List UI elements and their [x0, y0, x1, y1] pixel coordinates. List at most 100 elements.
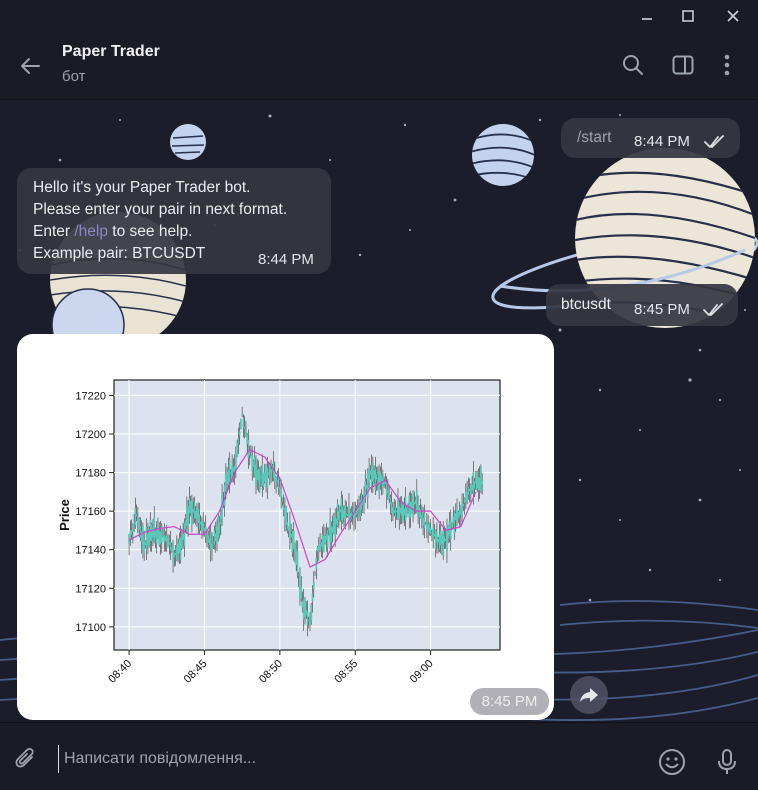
candle-body [236, 442, 239, 456]
greeting-line-3: Enter /help to see help. [33, 221, 333, 243]
photo-time: 8:45 PM [470, 688, 549, 715]
emoji-icon[interactable] [655, 745, 689, 779]
candle-body [218, 522, 221, 534]
y-tick-label: 17140 [75, 545, 106, 557]
candle-body [480, 467, 482, 492]
greeting-line-3-suffix: to see help. [107, 223, 193, 240]
message-text: /start [577, 129, 612, 146]
y-tick-label: 17100 [75, 622, 106, 634]
candle-body [167, 537, 169, 548]
candle-body [258, 468, 261, 492]
candle-body [451, 523, 453, 525]
candle-body [429, 527, 432, 535]
x-tick-label: 08:55 [332, 658, 360, 686]
candle-body [238, 431, 241, 436]
candle-body [266, 467, 269, 489]
y-tick-label: 17180 [75, 468, 106, 480]
candle-body [344, 506, 347, 519]
price-chart: 17100 17120 17140 17160 17180 17200 17220 08:4… [57, 379, 501, 686]
help-command-link[interactable]: /help [74, 223, 108, 240]
y-tick-label: 17120 [75, 583, 106, 595]
chat-title[interactable]: Paper Trader [62, 43, 160, 61]
candle-body [241, 414, 244, 416]
maximize-icon[interactable] [673, 4, 703, 28]
candle-body [228, 459, 231, 483]
chat-header: Paper Trader бот [0, 32, 758, 100]
candle-body [134, 508, 137, 526]
candle-body [394, 507, 397, 517]
x-tick-label: 09:00 [408, 658, 436, 686]
close-icon[interactable] [718, 4, 748, 28]
candle-body [280, 489, 283, 498]
back-arrow-icon[interactable] [14, 50, 46, 82]
message-composer [0, 722, 758, 790]
search-icon[interactable] [618, 50, 648, 80]
candle-body [307, 619, 310, 621]
candle-body [278, 487, 281, 490]
y-tick-label: 17160 [75, 506, 106, 518]
x-tick-label: 08:40 [106, 658, 134, 686]
sidebar-toggle-icon[interactable] [668, 50, 698, 80]
greeting-line-3-prefix: Enter [33, 223, 75, 240]
candle-body [191, 500, 193, 525]
x-axis-ticks: 08:40 08:45 08:50 08:55 09:00 [106, 650, 436, 686]
candle-body [314, 573, 316, 575]
candle-body [240, 420, 242, 430]
message-time: 8:45 PM [634, 301, 690, 318]
y-tick-label: 17220 [75, 390, 106, 402]
candle-body [310, 604, 313, 622]
candle-body [211, 543, 213, 550]
chat-area[interactable]: /start 8:44 PM Hello it's your Paper Tra… [0, 100, 758, 722]
message-start[interactable]: /start 8:44 PM [561, 118, 740, 158]
candle-body [311, 593, 314, 602]
x-tick-label: 08:45 [182, 658, 210, 686]
minimize-icon[interactable] [632, 4, 662, 28]
message-input[interactable] [58, 745, 618, 773]
candle-body [243, 426, 246, 429]
x-tick-label: 08:50 [257, 658, 285, 686]
candle-body [131, 525, 134, 532]
message-time: 8:44 PM [634, 133, 690, 150]
y-axis-ticks: 17100 17120 17140 17160 17180 17200 17220 [75, 390, 114, 634]
candle-body [481, 481, 484, 484]
more-vertical-icon[interactable] [712, 50, 742, 80]
double-check-icon [703, 302, 725, 324]
candle-body [338, 511, 340, 520]
candle-body [312, 582, 315, 589]
candle-body [387, 490, 389, 493]
message-greeting[interactable]: Hello it's your Paper Trader bot. Please… [17, 168, 331, 274]
message-pair[interactable]: btcusdt 8:45 PM [546, 284, 738, 326]
message-text: btcusdt [561, 296, 611, 313]
plot-background [113, 379, 501, 651]
y-tick-label: 17200 [75, 429, 106, 441]
candle-body [388, 492, 391, 500]
candle-body [462, 503, 465, 507]
greeting-line-2: Please enter your pair in next format. [33, 201, 288, 218]
microphone-icon[interactable] [710, 745, 744, 779]
candle-body [294, 542, 296, 552]
y-axis-label: Price [57, 499, 72, 531]
window-titlebar [0, 0, 758, 32]
candle-body [296, 551, 299, 574]
candle-body [281, 497, 284, 502]
candle-body [442, 530, 445, 556]
candle-body [405, 507, 408, 518]
chart-photo[interactable]: 17100 17120 17140 17160 17180 17200 17220 08:4… [17, 334, 554, 720]
forward-arrow-icon[interactable] [570, 676, 608, 714]
candle-body [326, 530, 329, 548]
chat-subtitle: бот [62, 68, 86, 85]
candle-body [309, 622, 311, 624]
candle-body [423, 513, 426, 528]
message-time: 8:44 PM [258, 251, 314, 268]
candle-body [237, 438, 240, 444]
candle-body [234, 453, 237, 470]
candle-body [306, 611, 309, 626]
paperclip-icon[interactable] [10, 743, 42, 775]
candle-body [297, 573, 300, 576]
candle-body [277, 478, 280, 489]
candle-body [300, 587, 303, 599]
candle-body [135, 514, 138, 517]
double-check-icon [704, 134, 726, 156]
candle-body [242, 417, 245, 427]
greeting-line-1: Hello it's your Paper Trader bot. [33, 179, 251, 196]
